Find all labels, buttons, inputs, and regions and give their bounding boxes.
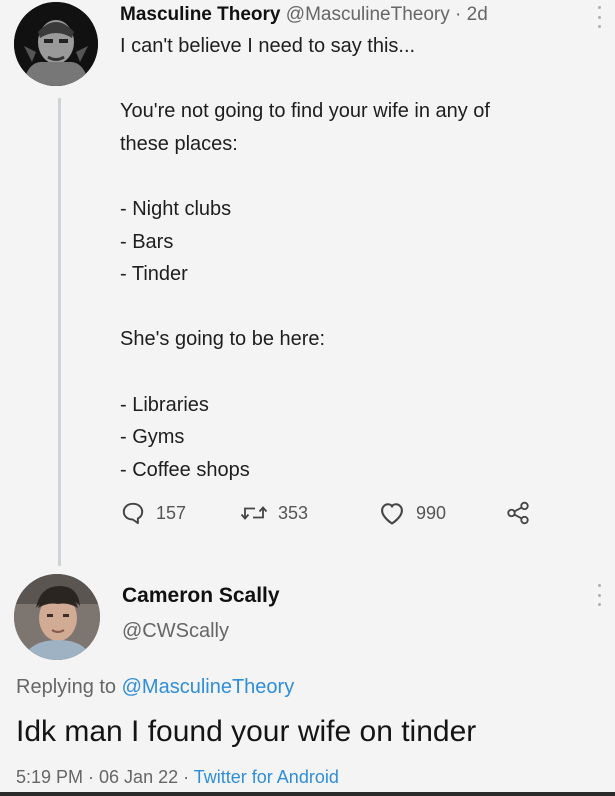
replying-to-mention-link[interactable]: @MasculineTheory xyxy=(122,676,295,698)
tweet-line: - Night clubs xyxy=(120,197,232,220)
tweet-actions: 157 353 990 xyxy=(120,500,550,532)
replying-to: Replying to @MasculineTheory xyxy=(16,676,294,699)
retweet-count: 353 xyxy=(278,502,309,523)
reply-body: Idk man I found your wife on tinder xyxy=(16,715,477,748)
more-options-icon[interactable] xyxy=(598,584,602,606)
tweet-line: She's going to be here: xyxy=(120,328,326,351)
tweet-line: - Bars xyxy=(120,230,174,253)
avatar-portrait-image xyxy=(14,574,100,660)
tweet-line: You're not going to find your wife in an… xyxy=(120,100,490,123)
more-options-icon[interactable] xyxy=(598,6,602,28)
tweet-line xyxy=(120,291,590,324)
author-name[interactable]: Masculine Theory xyxy=(120,4,281,25)
like-button[interactable]: 990 xyxy=(378,500,446,526)
bottom-divider xyxy=(0,792,615,796)
author-handle[interactable]: @MasculineTheory xyxy=(286,4,450,25)
reply-metadata: 5:19 PM · 06 Jan 22 · Twitter for Androi… xyxy=(16,767,339,788)
share-button[interactable] xyxy=(505,500,531,526)
tweet-line: I can't believe I need to say this... xyxy=(120,35,416,57)
share-icon xyxy=(507,501,529,525)
tweet-body: I can't believe I need to say this... Yo… xyxy=(120,30,590,486)
replying-to-label: Replying to xyxy=(16,676,122,698)
comment-bubble-icon xyxy=(122,502,144,525)
avatar-masculine-theory[interactable] xyxy=(14,2,98,86)
reply-author-handle[interactable]: @CWScally xyxy=(122,620,229,643)
tweet-line xyxy=(120,356,590,389)
reply-count: 157 xyxy=(156,502,187,523)
retweet-button[interactable]: 353 xyxy=(240,500,308,526)
reply-source-link[interactable]: Twitter for Android xyxy=(194,767,339,787)
tweet-line xyxy=(120,160,590,193)
tweet-line: - Gyms xyxy=(120,426,185,449)
reply-button[interactable]: 157 xyxy=(120,500,186,526)
like-count: 990 xyxy=(416,502,447,523)
tweet-line: - Tinder xyxy=(120,263,188,286)
retweet-icon xyxy=(240,506,268,520)
avatar-portrait-image xyxy=(14,2,98,86)
thread-connector-line xyxy=(58,98,61,566)
tweet-header: Masculine Theory @MasculineTheory · 2d xyxy=(120,4,488,26)
reply-author-name[interactable]: Cameron Scally xyxy=(122,584,280,608)
tweet-line: - Libraries xyxy=(120,393,209,416)
tweet-line: - Coffee shops xyxy=(120,458,250,481)
tweet-line: these places: xyxy=(120,132,238,155)
tweet-time-ago[interactable]: 2d xyxy=(467,4,488,25)
reply-timestamp[interactable]: 5:19 PM · 06 Jan 22 · xyxy=(16,767,194,787)
header-separator: · xyxy=(449,4,467,25)
tweet-line xyxy=(120,63,590,96)
heart-icon xyxy=(381,503,403,525)
avatar-cameron-scally[interactable] xyxy=(14,574,100,660)
